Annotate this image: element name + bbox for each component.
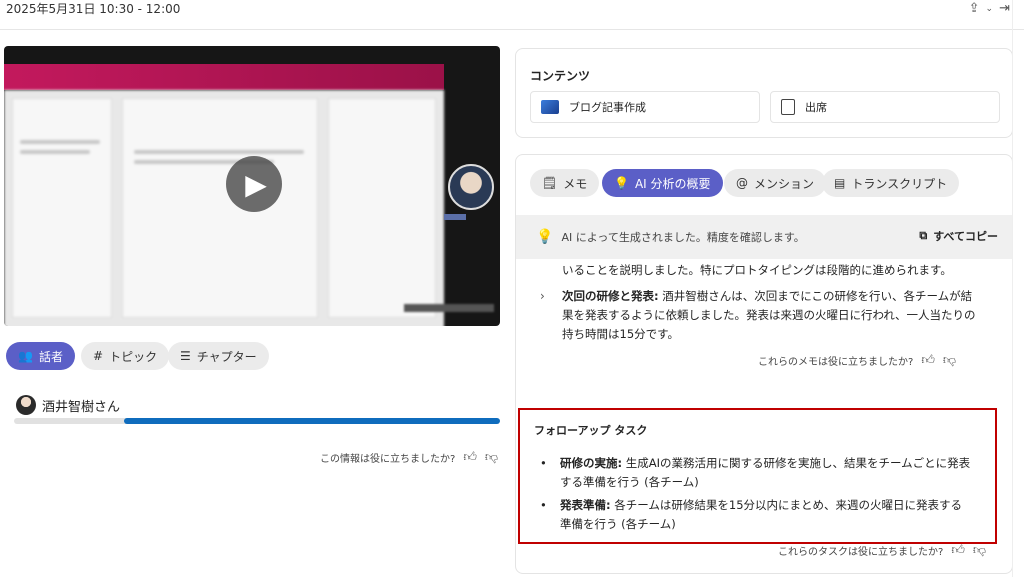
ai-generated-banner: 💡 AI によって生成されました。精度を確認します。 ⧉ すべてコピー bbox=[516, 215, 1012, 259]
list-icon: ☰ bbox=[180, 349, 191, 363]
followup-title: フォローアップ タスク bbox=[534, 424, 648, 437]
hash-icon: # bbox=[93, 349, 104, 363]
top-bar: 2025年5月31日 10:30 - 12:00 ⇪ ⌄ ⇥ bbox=[0, 0, 1024, 30]
chevron-right-icon[interactable]: › bbox=[540, 289, 545, 303]
exit-icon[interactable]: ⇥ bbox=[999, 1, 1010, 16]
video-caption bbox=[404, 304, 494, 312]
followup-tasks-section: フォローアップ タスク • 研修の実施: 生成AIの業務活用に関する研修を実施し… bbox=[518, 408, 997, 544]
transcript-icon: ▤ bbox=[834, 176, 846, 190]
thumbs-up-icon[interactable]: 👍︎ bbox=[951, 543, 965, 558]
thumbs-down-icon[interactable]: 👎︎ bbox=[485, 450, 498, 465]
notes-feedback: これらのメモは役に立ちましたか? 👍︎ 👎︎ bbox=[758, 353, 957, 368]
thumbs-up-icon[interactable]: 👍︎ bbox=[463, 450, 477, 465]
thumbs-up-icon[interactable]: 👍︎ bbox=[921, 353, 935, 368]
scrollbar[interactable] bbox=[1012, 0, 1013, 577]
copy-all-button[interactable]: ⧉ すべてコピー bbox=[919, 228, 998, 244]
play-button[interactable]: ▶ bbox=[226, 156, 282, 212]
video-player[interactable]: ▶ bbox=[4, 46, 500, 326]
content-card-title: コンテンツ bbox=[530, 69, 591, 83]
video-screen-content bbox=[4, 90, 444, 326]
left-feedback: この情報は役に立ちましたか? 👍︎ 👎︎ bbox=[320, 450, 499, 465]
speaker-name: 酒井智樹さん bbox=[42, 399, 121, 415]
lightbulb-icon: 💡 bbox=[536, 229, 554, 245]
thumbs-down-icon[interactable]: 👎︎ bbox=[943, 353, 956, 368]
thumbs-down-icon[interactable]: 👎︎ bbox=[973, 543, 986, 558]
meeting-time: 2025年5月31日 10:30 - 12:00 bbox=[6, 2, 181, 16]
blog-icon bbox=[541, 100, 559, 114]
video-app-header bbox=[4, 64, 444, 90]
tab-speakers[interactable]: 👥 話者 bbox=[6, 342, 75, 370]
summary-item-next-training: 次回の研修と発表: 酒井智樹さんは、次回までにこの研修を行い、各チームが結 果を… bbox=[562, 289, 976, 341]
tab-transcript[interactable]: ▤ トランスクリプト bbox=[822, 169, 960, 197]
people-icon: 👥 bbox=[18, 349, 33, 363]
speaker-row[interactable]: 酒井智樹さん bbox=[16, 395, 120, 415]
participant-camera-thumbnail bbox=[448, 164, 494, 210]
tab-notes[interactable]: 🗒 メモ bbox=[530, 169, 600, 197]
task-item: • 発表準備: 各チームは研修結果を15分以内にまとめ、来週の火曜日に発表する … bbox=[540, 498, 963, 531]
tasks-feedback: これらのタスクは役に立ちましたか? 👍︎ 👎︎ bbox=[778, 543, 987, 558]
tab-ai-summary[interactable]: 💡 AI 分析の概要 bbox=[602, 169, 723, 197]
tab-mentions[interactable]: @ メンション bbox=[724, 169, 827, 197]
tab-chapters[interactable]: ☰ チャプター bbox=[168, 342, 269, 370]
copy-icon: ⧉ bbox=[919, 229, 928, 242]
speaker-timeline[interactable] bbox=[14, 418, 500, 424]
bulb-icon: 💡 bbox=[614, 176, 629, 190]
at-icon: @ bbox=[736, 176, 748, 190]
note-icon: 🗒 bbox=[542, 176, 558, 190]
chevron-down-icon[interactable]: ⌄ bbox=[986, 4, 994, 14]
speaker-timeline-segment[interactable] bbox=[124, 418, 500, 424]
summary-partial-line: いることを説明しました。特にプロトタイピングは段階的に進められます。 bbox=[562, 263, 952, 277]
tab-topics[interactable]: # トピック bbox=[81, 342, 170, 370]
share-icon[interactable]: ⇪ bbox=[969, 1, 980, 16]
task-item: • 研修の実施: 生成AIの業務活用に関する研修を実施し、結果をチームごとに発表… bbox=[540, 456, 971, 489]
content-item-blog[interactable]: ブログ記事作成 bbox=[530, 91, 760, 123]
avatar bbox=[16, 395, 36, 415]
content-item-attendance[interactable]: 出席 bbox=[770, 91, 1000, 123]
attendance-icon bbox=[781, 99, 795, 115]
camera-name-tag bbox=[444, 214, 466, 220]
content-card: コンテンツ ブログ記事作成 出席 bbox=[515, 48, 1013, 138]
